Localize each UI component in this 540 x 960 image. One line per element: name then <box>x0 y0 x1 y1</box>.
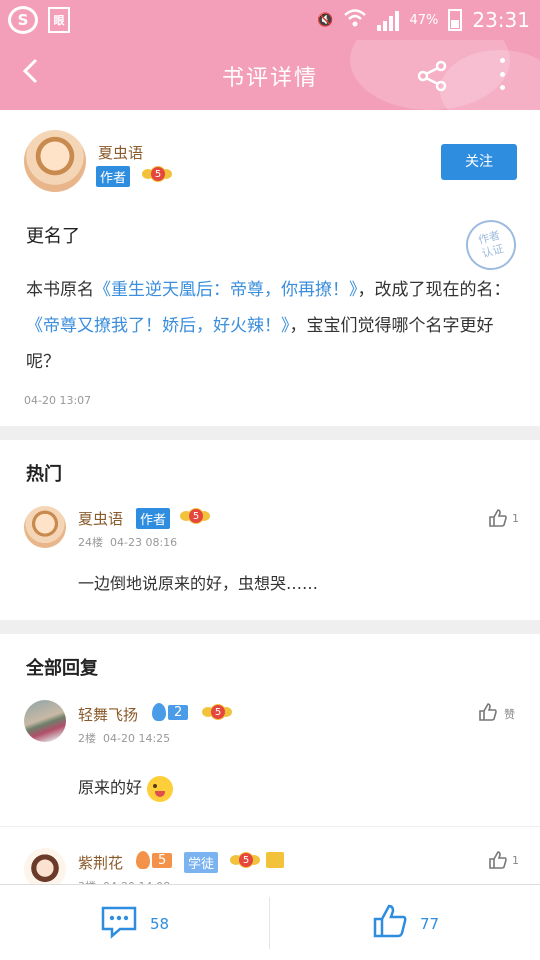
reply-text: 原来的好 <box>78 774 174 802</box>
new-book-name-link[interactable]: 《帝尊又撩我了！娇后，好火辣！》 <box>26 316 290 336</box>
body-prefix: 本书原名 <box>26 280 94 300</box>
old-book-name-link[interactable]: 《重生逆天凰后：帝尊，你再撩！》 <box>94 280 358 300</box>
fans-level-badge: 2 <box>152 702 189 722</box>
wink-emoji-icon <box>147 775 174 802</box>
author-badge: 作者 <box>136 508 171 529</box>
like-button[interactable] <box>372 903 408 943</box>
post-title: 更名了 <box>26 226 80 247</box>
signal-icon <box>377 9 400 31</box>
reply-text: 一边倒地说原来的好，虫想哭…… <box>78 574 319 593</box>
level-badge: 5 <box>142 166 172 184</box>
thumbs-up-icon <box>373 904 407 938</box>
follow-button[interactable]: 关注 <box>441 144 517 180</box>
reply-avatar[interactable] <box>24 700 66 742</box>
all-replies-section: 全部回复 轻舞飞扬 2 5 2楼 04-20 14:25 原来的好 赞 紫荆花 … <box>0 634 540 893</box>
sim-icon: 眼 <box>48 7 70 33</box>
wifi-icon <box>343 8 367 32</box>
app-header: 书评详情 <box>0 40 540 110</box>
clock: 23:31 <box>472 8 530 32</box>
author-verified-stamp: 作者 认证 <box>460 214 522 276</box>
reply-floor: 2楼 04-20 14:25 <box>78 732 171 745</box>
author-badge: 作者 <box>96 166 131 187</box>
status-bar: S 眼 🔇 47% 23:31 <box>0 0 540 40</box>
body-middle: ，改成了现在的名： <box>357 280 511 300</box>
divider <box>269 897 270 949</box>
book-icon <box>266 852 284 868</box>
hot-section: 热门 夏虫语 作者 5 24楼 04-23 08:16 一边倒地说原来的好，虫想… <box>0 440 540 620</box>
share-icon[interactable] <box>414 58 450 94</box>
sogou-s-icon: S <box>8 6 38 34</box>
level-badge: 5 <box>202 704 232 722</box>
page-title: 书评详情 <box>221 66 318 91</box>
post-time: 04-20 13:07 <box>24 394 92 407</box>
battery-icon <box>448 9 463 31</box>
comment-count: 58 <box>150 915 170 933</box>
flame-icon <box>152 703 166 721</box>
all-replies-title: 全部回复 <box>26 658 98 679</box>
reply-avatar[interactable] <box>24 506 66 548</box>
comment-icon <box>101 906 137 939</box>
reply-floor: 24楼 04-23 08:16 <box>78 536 178 549</box>
author-name[interactable]: 夏虫语 <box>98 142 143 163</box>
student-badge: 学徒 <box>184 852 219 873</box>
post-body: 本书原名《重生逆天凰后：帝尊，你再撩！》，改成了现在的名： 《帝尊又撩我了！娇后，… <box>26 272 518 380</box>
level-badge: 5 <box>230 852 260 870</box>
more-menu-icon[interactable] <box>492 54 512 94</box>
thumbs-up-icon[interactable] <box>488 850 508 870</box>
battery-percent: 47% <box>409 12 439 28</box>
flame-icon <box>136 851 150 869</box>
comment-button[interactable] <box>100 905 138 943</box>
like-count: 77 <box>420 915 440 933</box>
level-badge: 5 <box>180 508 210 526</box>
thumbs-up-icon[interactable] <box>478 702 498 722</box>
hot-section-title: 热门 <box>26 464 62 485</box>
divider <box>0 826 540 827</box>
bottom-action-bar: 58 77 <box>0 884 540 960</box>
fans-level-badge: 5 <box>136 850 173 870</box>
thumbs-up-icon[interactable] <box>488 508 508 528</box>
reply-name[interactable]: 紫荆花 <box>78 852 123 873</box>
mute-icon: 🔇 <box>317 12 334 28</box>
reply-name[interactable]: 夏虫语 <box>78 508 123 529</box>
like-count: 1 <box>512 854 519 867</box>
like-count: 1 <box>512 512 519 525</box>
like-count: 赞 <box>504 708 515 721</box>
author-avatar[interactable] <box>24 130 86 192</box>
reply-name[interactable]: 轻舞飞扬 <box>78 704 138 725</box>
